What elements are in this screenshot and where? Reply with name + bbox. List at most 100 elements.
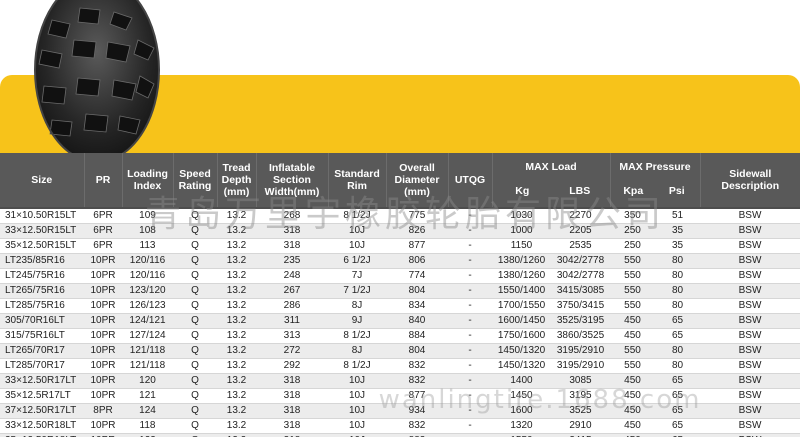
table-row: LT285/75R16 10PR 126/123 Q 13.2 286 8J 834-1700… [0, 298, 800, 314]
cell-standard-rim: 10J [328, 388, 386, 404]
cell-max-pressure-kpa: 550 [624, 360, 641, 371]
cell-max-pressure-kpa: 250 [624, 225, 641, 236]
cell-overall-diameter: 775 [386, 207, 448, 224]
cell-max-load: 1600/1450 3525/3195 [492, 313, 610, 329]
cell-utqg: - [448, 223, 492, 239]
cell-size: LT245/75R16 [0, 268, 84, 284]
cell-size: LT265/75R16 [0, 283, 84, 299]
table-row: LT245/75R16 10PR 120/116 Q 13.2 248 7J 774-1380… [0, 268, 800, 284]
cell-pr: 10PR [84, 253, 122, 269]
cell-section-width: 318 [256, 403, 328, 419]
cell-max-load: 1700/1550 3750/3415 [492, 298, 610, 314]
cell-utqg: - [448, 373, 492, 389]
cell-max-pressure-psi: 80 [671, 300, 684, 311]
cell-max-pressure-psi: 65 [671, 390, 684, 401]
cell-speed-rating: Q [173, 313, 217, 329]
cell-utqg: - [448, 358, 492, 374]
cell-size: 305/70R16LT [0, 313, 84, 329]
cell-speed-rating: Q [173, 298, 217, 314]
cell-size: LT235/85R16 [0, 253, 84, 269]
cell-standard-rim: 10J [328, 373, 386, 389]
cell-max-load: 1000 2205 [492, 223, 610, 239]
cell-max-pressure-kpa: 350 [624, 210, 641, 221]
cell-standard-rim: 10J [328, 238, 386, 254]
cell-standard-rim: 10J [328, 418, 386, 434]
cell-pr: 8PR [84, 403, 122, 419]
cell-tread-depth: 13.2 [217, 328, 256, 344]
cell-max-pressure-kpa: 550 [624, 255, 641, 266]
cell-max-load: 1600 3525 [492, 403, 610, 419]
cell-size: LT265/70R17 [0, 343, 84, 359]
cell-pr: 10PR [84, 418, 122, 434]
cell-size: 35×12.5R17LT [0, 388, 84, 404]
cell-max-pressure-kpa: 450 [624, 330, 641, 341]
cell-max-pressure: 45065 [610, 433, 700, 437]
cell-tread-depth: 13.2 [217, 403, 256, 419]
cell-overall-diameter: 884 [386, 328, 448, 344]
cell-pr: 10PR [84, 298, 122, 314]
cell-sidewall: BSW [700, 403, 800, 419]
cell-utqg: - [448, 433, 492, 437]
cell-utqg: - [448, 253, 492, 269]
cell-utqg: - [448, 238, 492, 254]
cell-sidewall: BSW [700, 313, 800, 329]
cell-speed-rating: Q [173, 388, 217, 404]
cell-sidewall: BSW [700, 223, 800, 239]
cell-overall-diameter: 840 [386, 313, 448, 329]
header-tread-depth: Tread Depth (mm) [217, 153, 257, 208]
cell-max-pressure-psi: 65 [671, 420, 684, 431]
header-max-load-title: MAX Load [525, 161, 577, 173]
header-max-pressure-psi: Psi [668, 185, 685, 197]
cell-tread-depth: 13.2 [217, 418, 256, 434]
cell-size: 33×12.50R17LT [0, 373, 84, 389]
cell-max-pressure-kpa: 450 [624, 405, 641, 416]
cell-utqg: - [448, 268, 492, 284]
table-body: 31×10.50R15LT 6PR 109 Q 13.2 268 8 1/2J 775-103… [0, 207, 800, 437]
cell-max-pressure: 550 80 [610, 358, 700, 374]
cell-overall-diameter: 832 [386, 373, 448, 389]
cell-sidewall: BSW [700, 238, 800, 254]
cell-tread-depth: 13.2 [217, 268, 256, 284]
header-max-load-lbs: LBS [569, 185, 591, 197]
cell-loading-index: 120 [122, 373, 173, 389]
cell-size: 35×12.50R18LT [0, 433, 84, 437]
cell-utqg: - [448, 343, 492, 359]
cell-max-pressure: 45065 [610, 328, 700, 344]
cell-overall-diameter: 774 [386, 268, 448, 284]
cell-utqg: - [448, 388, 492, 404]
cell-max-pressure: 550 80 [610, 283, 700, 299]
cell-max-pressure-psi: 65 [671, 405, 684, 416]
cell-overall-diameter: 832 [386, 358, 448, 374]
cell-sidewall: BSW [700, 373, 800, 389]
cell-max-load: 1380/1260 3042/2778 [492, 268, 610, 284]
cell-max-load-kg: 1550/1400 [497, 285, 546, 296]
cell-size: 37×12.50R17LT [0, 403, 84, 419]
table-row: 33×12.50R17LT 10PR 120 Q 13.2 318 10J 832- 1400 3… [0, 373, 800, 389]
cell-loading-index: 121/118 [122, 358, 173, 374]
cell-section-width: 313 [256, 328, 328, 344]
cell-loading-index: 123 [122, 433, 173, 437]
cell-tread-depth: 13.2 [217, 313, 256, 329]
header-size: Size [0, 153, 85, 208]
cell-sidewall: BSW [700, 418, 800, 434]
cell-tread-depth: 13.2 [217, 207, 256, 224]
cell-max-pressure-psi: 80 [671, 255, 684, 266]
table-row: LT265/75R16 10PR 123/120 Q 13.2 267 7 1/2J 804-… [0, 283, 800, 299]
cell-standard-rim: 8J [328, 343, 386, 359]
cell-standard-rim: 10J [328, 403, 386, 419]
cell-utqg: - [448, 283, 492, 299]
cell-max-load-kg: 1000 [510, 225, 533, 236]
cell-section-width: 318 [256, 418, 328, 434]
cell-size: 315/75R16LT [0, 328, 84, 344]
cell-max-pressure: 45065 [610, 373, 700, 389]
cell-max-load-kg: 1600 [510, 405, 533, 416]
cell-max-pressure-psi: 80 [671, 270, 684, 281]
cell-max-load: 1450/1320 3195/2910 [492, 358, 610, 374]
tire-spec-table: Size PR Loading Index Speed Rating Tread… [0, 153, 800, 437]
header-speed-rating: Speed Rating [173, 153, 218, 208]
cell-tread-depth: 13.2 [217, 223, 256, 239]
cell-sidewall: BSW [700, 268, 800, 284]
cell-loading-index: 121/118 [122, 343, 173, 359]
table-row: 37×12.50R17LT 8PR 124 Q 13.2 318 10J 934- 1600 35… [0, 403, 800, 419]
cell-max-load-kg: 1600/1450 [497, 315, 546, 326]
